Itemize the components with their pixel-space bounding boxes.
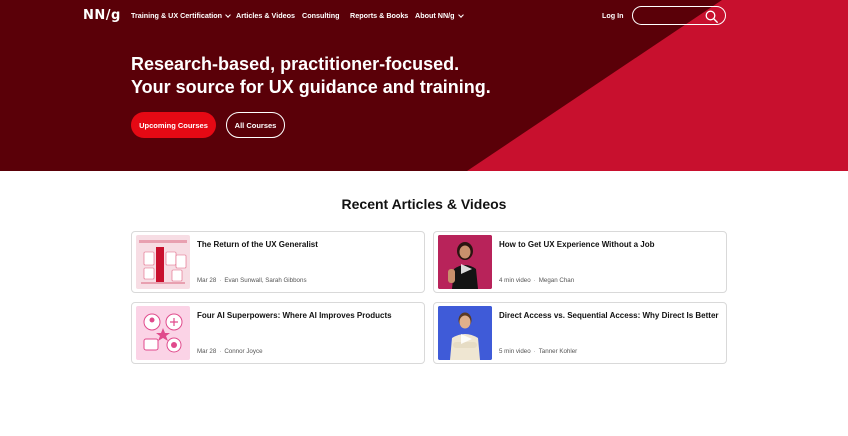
search-input[interactable]: [632, 6, 726, 25]
upcoming-courses-button[interactable]: Upcoming Courses: [131, 112, 216, 138]
video-author[interactable]: Megan Chan: [539, 277, 574, 284]
separator-dot-icon: ·: [533, 348, 536, 355]
generalist-illustration-icon: [139, 240, 187, 284]
nav-training[interactable]: Training & UX Certification: [131, 11, 231, 20]
nav-training-label: Training & UX Certification: [131, 11, 223, 20]
video-card[interactable]: How to Get UX Experience Without a Job 4…: [433, 231, 727, 293]
ai-superpowers-illustration-icon: [143, 313, 183, 353]
top-nav: NN/g Training & UX Certification Article…: [0, 0, 848, 32]
search-icon[interactable]: [705, 10, 718, 23]
video-meta: 5 min video · Tanner Kohler: [499, 348, 577, 355]
article-title[interactable]: The Return of the UX Generalist: [197, 240, 318, 249]
hero-banner: NN/g Training & UX Certification Article…: [0, 0, 848, 171]
article-authors[interactable]: Connor Joyce: [224, 348, 262, 355]
video-title[interactable]: How to Get UX Experience Without a Job: [499, 240, 655, 249]
article-card[interactable]: Four AI Superpowers: Where AI Improves P…: [131, 302, 425, 364]
article-meta: Mar 28 · Evan Sunwall, Sarah Gibbons: [197, 277, 307, 284]
article-date: Mar 28: [197, 348, 217, 355]
article-card[interactable]: The Return of the UX Generalist Mar 28 · E…: [131, 231, 425, 293]
video-thumbnail[interactable]: [438, 235, 492, 289]
nng-logo[interactable]: NN/g: [83, 8, 121, 23]
separator-dot-icon: ·: [533, 277, 536, 284]
nav-reports-books[interactable]: Reports & Books: [350, 11, 408, 20]
article-date: Mar 28: [197, 277, 217, 284]
chevron-down-icon: [225, 11, 231, 18]
video-duration: 4 min video: [499, 277, 531, 284]
presenter-photo-icon: [438, 306, 492, 360]
nav-articles-videos[interactable]: Articles & Videos: [236, 11, 295, 20]
nav-reports-label: Reports & Books: [350, 11, 409, 20]
nav-about-label: About NN/g: [415, 11, 455, 20]
article-title[interactable]: Four AI Superpowers: Where AI Improves P…: [197, 311, 392, 320]
nav-articles-label: Articles & Videos: [236, 11, 295, 20]
hero-headline: Research-based, practitioner-focused. Yo…: [131, 53, 491, 99]
video-thumbnail[interactable]: [438, 306, 492, 360]
video-title[interactable]: Direct Access vs. Sequential Access: Why…: [499, 311, 719, 320]
hero-line-1: Research-based, practitioner-focused.: [131, 54, 460, 74]
nav-about[interactable]: About NN/g: [415, 11, 464, 20]
presenter-photo-icon: [438, 235, 492, 289]
nav-consulting-label: Consulting: [302, 11, 340, 20]
section-title: Recent Articles & Videos: [341, 196, 507, 212]
video-card[interactable]: Direct Access vs. Sequential Access: Why…: [433, 302, 727, 364]
separator-dot-icon: ·: [219, 348, 222, 355]
chevron-down-icon: [457, 11, 464, 18]
video-meta: 4 min video · Megan Chan: [499, 277, 574, 284]
video-author[interactable]: Tanner Kohler: [539, 348, 578, 355]
all-courses-button[interactable]: All Courses: [226, 112, 285, 138]
hero-line-2: Your source for UX guidance and training…: [131, 77, 491, 97]
nav-consulting[interactable]: Consulting: [302, 11, 340, 20]
article-thumbnail[interactable]: [136, 235, 190, 289]
login-link[interactable]: Log In: [602, 11, 624, 20]
article-thumbnail[interactable]: [136, 306, 190, 360]
video-duration: 5 min video: [499, 348, 531, 355]
article-meta: Mar 28 · Connor Joyce: [197, 348, 263, 355]
article-authors[interactable]: Evan Sunwall, Sarah Gibbons: [224, 277, 306, 284]
separator-dot-icon: ·: [219, 277, 222, 284]
